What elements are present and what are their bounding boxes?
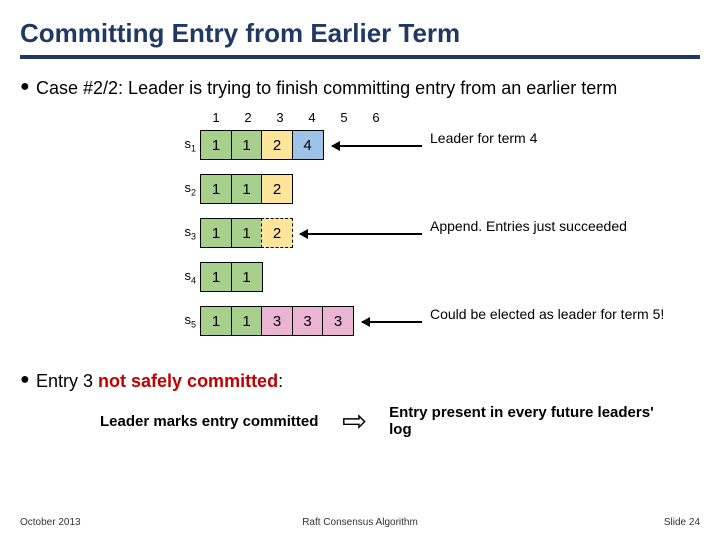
server-label-s4: s4 — [168, 268, 196, 286]
index-cell: 5 — [328, 110, 360, 125]
server-label-s5: s5 — [168, 312, 196, 330]
title-underline — [20, 55, 700, 59]
log-diagram: 1 2 3 4 5 6 s1 1 1 2 4 Leader for term 4… — [0, 110, 720, 356]
log-cell: 1 — [231, 306, 263, 336]
log-cell: 2 — [261, 130, 293, 160]
log-cell: 1 — [231, 130, 263, 160]
log-cell: 1 — [231, 174, 263, 204]
server-label-s1: s1 — [168, 136, 196, 154]
index-cell: 1 — [200, 110, 232, 125]
index-cell: 2 — [232, 110, 264, 125]
footer-slide-number: Slide 24 — [473, 517, 700, 528]
footer: October 2013 Raft Consensus Algorithm Sl… — [0, 517, 720, 528]
bullet-dot-icon: ● — [20, 77, 36, 100]
log-cell: 1 — [200, 218, 232, 248]
log-cell: 1 — [200, 262, 232, 292]
arrow-icon — [300, 233, 422, 235]
bottom-left-text: Leader marks entry committed — [100, 413, 320, 430]
arrow-icon — [332, 145, 422, 147]
index-cell: 3 — [264, 110, 296, 125]
bullet-1-text: Case #2/2: Leader is trying to finish co… — [36, 77, 617, 100]
bottom-implication: Leader marks entry committed ⇨ Entry pre… — [0, 404, 720, 439]
server-label-s2: s2 — [168, 180, 196, 198]
log-row-s4: 1 1 — [200, 262, 263, 292]
annotation-elected: Could be elected as leader for term 5! — [430, 306, 664, 324]
log-cell: 1 — [200, 130, 232, 160]
log-cell: 1 — [231, 218, 263, 248]
log-cell: 4 — [292, 130, 324, 160]
index-cell: 4 — [296, 110, 328, 125]
log-row-s3: 1 1 2 — [200, 218, 293, 248]
log-cell: 2 — [261, 174, 293, 204]
implication-arrow-icon: ⇨ — [342, 404, 367, 439]
footer-date: October 2013 — [20, 517, 247, 528]
log-row-s5: 1 1 3 3 3 — [200, 306, 354, 336]
log-cell: 3 — [322, 306, 354, 336]
unsafe-highlight: not safely committed — [98, 371, 278, 391]
slide-title: Committing Entry from Earlier Term — [0, 0, 720, 55]
annotation-leader: Leader for term 4 — [430, 130, 537, 148]
bullet-1: ● Case #2/2: Leader is trying to finish … — [0, 77, 720, 100]
log-cell: 3 — [292, 306, 324, 336]
log-cell: 1 — [200, 174, 232, 204]
log-cell: 1 — [231, 262, 263, 292]
log-row-s2: 1 1 2 — [200, 174, 293, 204]
index-row: 1 2 3 4 5 6 — [200, 110, 392, 125]
log-cell: 1 — [200, 306, 232, 336]
log-row-s1: 1 1 2 4 — [200, 130, 324, 160]
bullet-dot-icon: ● — [20, 370, 36, 393]
arrow-icon — [362, 321, 422, 323]
server-label-s3: s3 — [168, 224, 196, 242]
bottom-right-text: Entry present in every future leaders' l… — [389, 404, 680, 438]
bullet-2: ● Entry 3 not safely committed: — [0, 370, 720, 393]
log-cell: 3 — [261, 306, 293, 336]
bullet-2-text: Entry 3 not safely committed: — [36, 370, 283, 393]
index-cell: 6 — [360, 110, 392, 125]
footer-title: Raft Consensus Algorithm — [247, 517, 474, 528]
annotation-append: Append. Entries just succeeded — [430, 218, 627, 236]
log-cell-dashed: 2 — [261, 218, 293, 248]
